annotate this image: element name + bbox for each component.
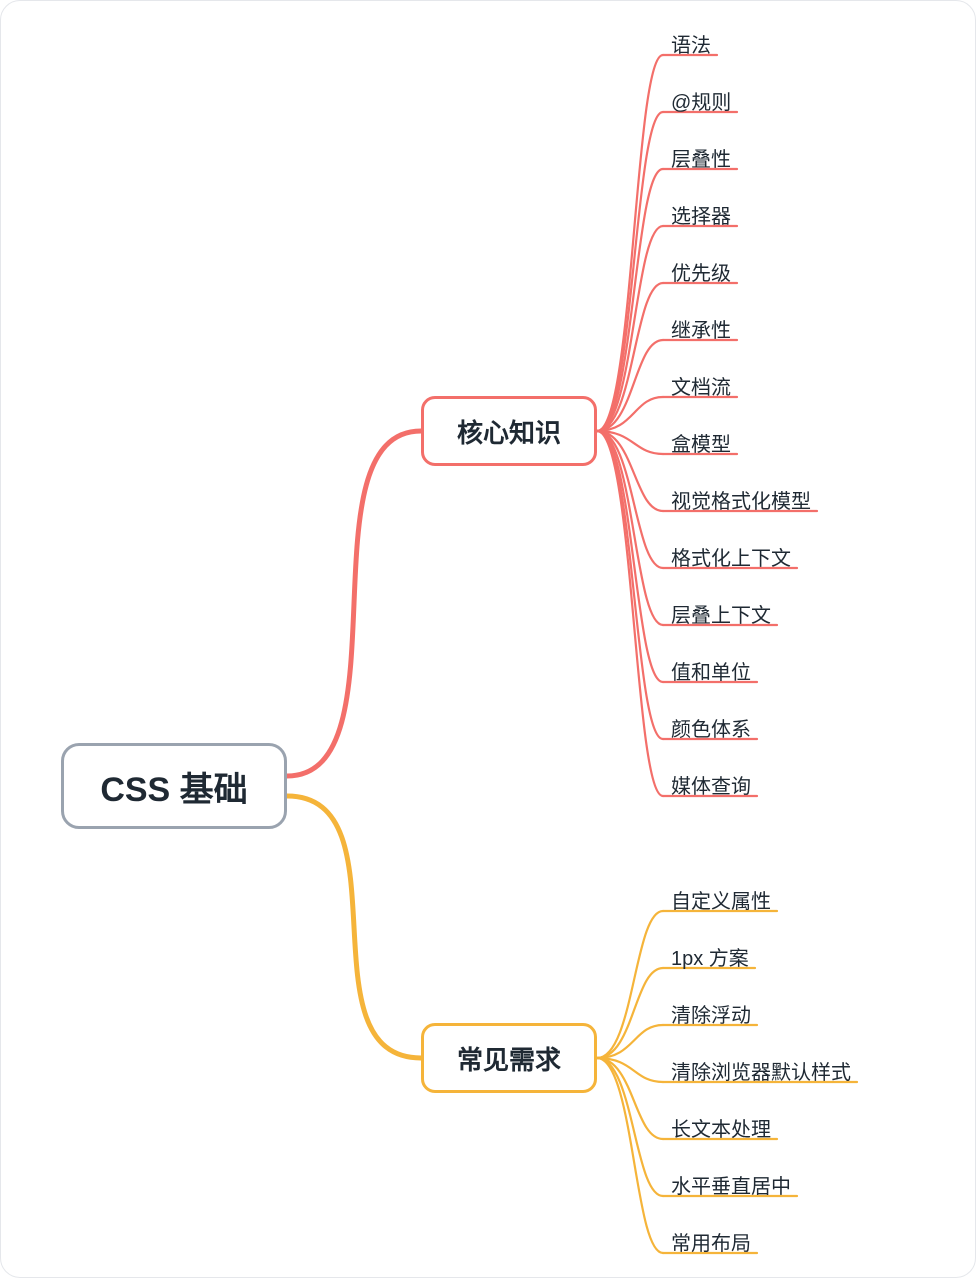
- leaf-core-12[interactable]: 颜色体系: [671, 713, 751, 742]
- branch-core-label: 核心知识: [457, 413, 561, 450]
- mindmap-canvas: CSS 基础 核心知识 常见需求 语法 @规则层叠性选择器优先级继承性文档流盒模型…: [0, 0, 976, 1278]
- leaf-core-7[interactable]: 盒模型: [671, 428, 731, 457]
- leaf-needs-5[interactable]: 水平垂直居中: [671, 1170, 791, 1199]
- leaf-core-11[interactable]: 值和单位: [671, 656, 751, 685]
- leaf-needs-3[interactable]: 清除浏览器默认样式: [671, 1056, 851, 1085]
- branch-needs-label: 常见需求: [457, 1040, 561, 1077]
- leaf-core-8[interactable]: 视觉格式化模型: [671, 485, 811, 514]
- branch-core[interactable]: 核心知识: [421, 396, 597, 466]
- leaf-needs-1[interactable]: 1px 方案: [671, 942, 749, 971]
- leaf-core-3[interactable]: 选择器: [671, 200, 731, 229]
- leaf-core-10[interactable]: 层叠上下文: [671, 599, 771, 628]
- branch-needs[interactable]: 常见需求: [421, 1023, 597, 1093]
- leaf-needs-0[interactable]: 自定义属性: [671, 885, 771, 914]
- leaf-core-6[interactable]: 文档流: [671, 371, 731, 400]
- leaf-core-2[interactable]: 层叠性: [671, 143, 731, 172]
- leaf-core-13[interactable]: 媒体查询: [671, 770, 751, 799]
- leaf-core-4[interactable]: 优先级: [671, 257, 731, 286]
- leaf-core-5[interactable]: 继承性: [671, 314, 731, 343]
- leaf-core-1[interactable]: @规则: [671, 86, 731, 115]
- leaf-needs-6[interactable]: 常用布局: [671, 1227, 751, 1256]
- leaf-needs-4[interactable]: 长文本处理: [671, 1113, 771, 1142]
- leaf-core-0[interactable]: 语法: [671, 29, 711, 58]
- leaf-needs-2[interactable]: 清除浮动: [671, 999, 751, 1028]
- leaf-core-9[interactable]: 格式化上下文: [671, 542, 791, 571]
- root-label: CSS 基础: [100, 762, 247, 811]
- root-node[interactable]: CSS 基础: [61, 743, 287, 829]
